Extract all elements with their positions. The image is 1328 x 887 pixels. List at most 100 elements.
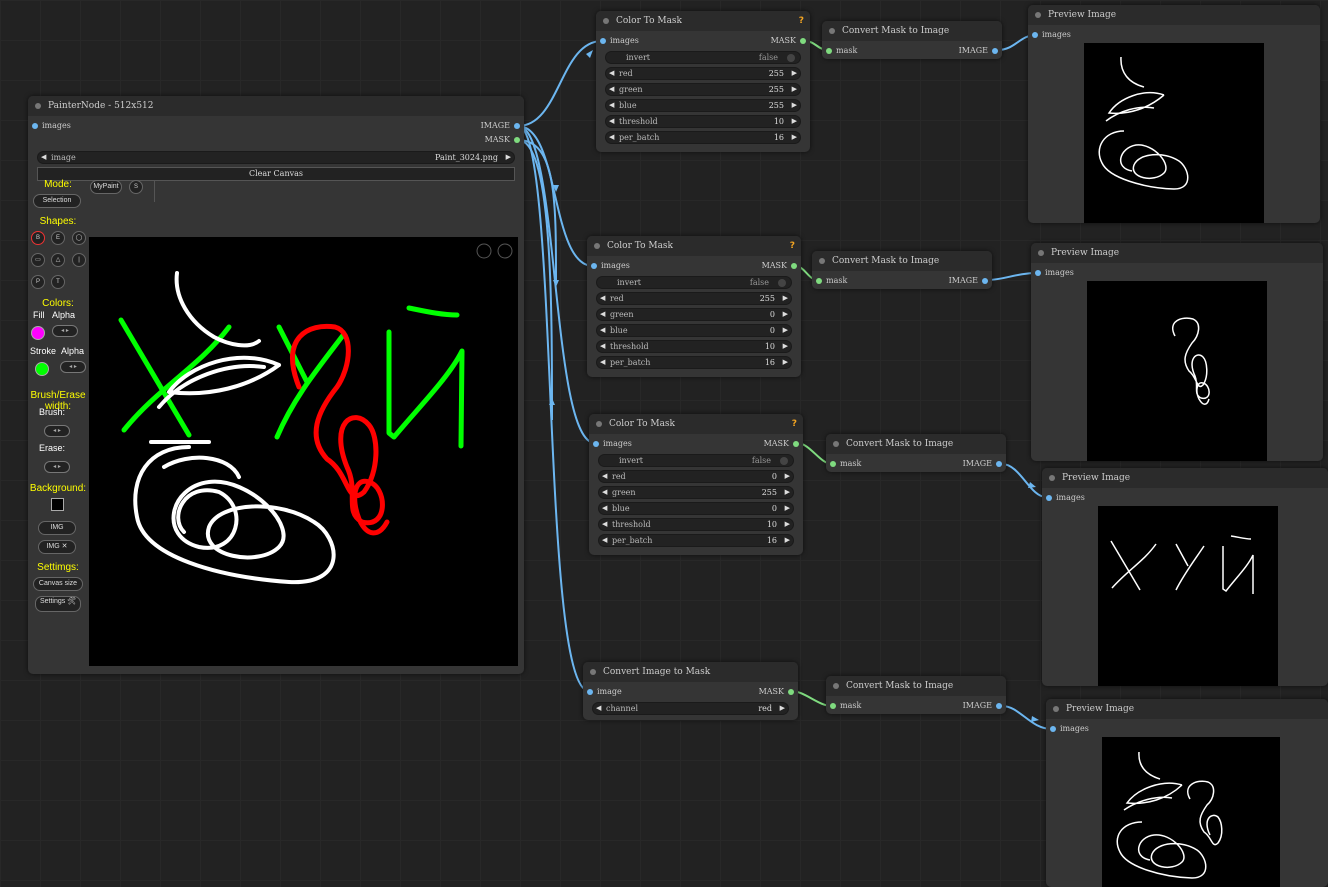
blue-field[interactable]: ◀ blue 255 ▶ [605,99,801,112]
threshold-field[interactable]: ◀ threshold 10 ▶ [596,340,792,353]
image-output-slot[interactable] [514,123,520,129]
invert-toggle[interactable]: invert false [605,51,801,64]
mask-input-slot[interactable] [826,48,832,54]
mask-output-slot[interactable] [800,38,806,44]
red-field[interactable]: ◀ red 0 ▶ [598,470,794,483]
preview-title[interactable]: Preview Image [1042,468,1328,488]
help-icon[interactable]: ? [790,236,795,256]
preview-node-1[interactable]: Preview Image images [1028,5,1320,223]
mask-to-image-node-4[interactable]: Convert Mask to Image mask IMAGE [826,676,1006,714]
mask-output-slot[interactable] [788,689,794,695]
per-batch-field[interactable]: ◀ per_batch 16 ▶ [598,534,794,547]
red-field[interactable]: ◀ red 255 ▶ [605,67,801,80]
mask-to-image-title[interactable]: Convert Mask to Image [826,676,1006,696]
rect-shape-button[interactable]: ▭ [31,253,45,267]
brush-shape-button[interactable]: B [31,231,45,245]
brush-width-stepper[interactable]: ◂ ▸ [44,425,70,437]
image-output-slot[interactable] [982,278,988,284]
arrow-left-icon[interactable]: ◀ [41,152,46,163]
per-batch-field[interactable]: ◀ per_batch 16 ▶ [596,356,792,369]
stroke-alpha-stepper[interactable]: ◂ ▸ [60,361,86,373]
images-input-slot[interactable] [591,263,597,269]
threshold-field[interactable]: ◀ threshold 10 ▶ [605,115,801,128]
mask-input-slot[interactable] [816,278,822,284]
erase-width-stepper[interactable]: ◂ ▸ [44,461,70,473]
image-output-slot[interactable] [996,461,1002,467]
background-color-swatch[interactable] [51,498,64,511]
circle-shape-button[interactable]: ◯ [72,231,86,245]
preview-node-3[interactable]: Preview Image images [1042,468,1328,686]
mask-to-image-node-2[interactable]: Convert Mask to Image mask IMAGE [812,251,992,289]
help-icon[interactable]: ? [792,414,797,434]
preview-title[interactable]: Preview Image [1028,5,1320,25]
image-combo[interactable]: ◀ image Paint_3024.png ▶ [37,151,515,164]
mask-to-image-node-1[interactable]: Convert Mask to Image mask IMAGE [822,21,1002,59]
img-button[interactable]: IMG [38,521,76,535]
image-output-slot[interactable] [996,703,1002,709]
preview-node-4[interactable]: Preview Image images [1046,699,1328,887]
settings-button[interactable]: Settings 🛠 [35,596,81,612]
blue-field[interactable]: ◀ blue 0 ▶ [596,324,792,337]
fill-color-swatch[interactable] [31,326,45,340]
preview-title[interactable]: Preview Image [1031,243,1323,263]
ellipse-shape-button[interactable]: E [51,231,65,245]
arrow-right-icon[interactable]: ▶ [506,152,511,163]
mask-output-slot[interactable] [514,137,520,143]
preview-mask-red-channel-drawing [1116,751,1223,879]
images-input-slot[interactable] [1035,270,1041,276]
mask-to-image-title[interactable]: Convert Mask to Image [826,434,1006,454]
mask-output-slot[interactable] [793,441,799,447]
per-batch-field[interactable]: ◀ per_batch 16 ▶ [605,131,801,144]
fill-alpha-stepper[interactable]: ◂ ▸ [52,325,78,337]
mask-input-slot[interactable] [830,703,836,709]
images-input-slot[interactable] [593,441,599,447]
color-to-mask-title[interactable]: Color To Mask? [596,11,810,31]
mask-output-slot[interactable] [791,263,797,269]
image-to-mask-node[interactable]: Convert Image to Mask image MASK ◀ channel… [583,662,798,720]
painter-canvas[interactable] [89,237,518,666]
images-input-slot[interactable] [1050,726,1056,732]
stroke-color-swatch[interactable] [35,362,49,376]
path-shape-button[interactable]: P [31,275,45,289]
mask-input-slot[interactable] [830,461,836,467]
color-to-mask-title[interactable]: Color To Mask? [589,414,803,434]
color-to-mask-node-2[interactable]: Color To Mask? images MASK invert false ◀ r… [587,236,801,377]
painter-node-title[interactable]: PainterNode - 512x512 [28,96,524,116]
green-field[interactable]: ◀ green 255 ▶ [605,83,801,96]
line-shape-button[interactable]: | [72,253,86,267]
color-to-mask-node-3[interactable]: Color To Mask? images MASK invert false ◀ r… [589,414,803,555]
green-field[interactable]: ◀ green 0 ▶ [596,308,792,321]
images-input-slot[interactable] [600,38,606,44]
painter-node[interactable]: PainterNode - 512x512 images IMAGE MASK … [28,96,524,674]
image-to-mask-title[interactable]: Convert Image to Mask [583,662,798,682]
color-to-mask-node-1[interactable]: Color To Mask? images MASK invert false ◀ r… [596,11,810,152]
image-output-slot[interactable] [992,48,998,54]
text-shape-button[interactable]: T [51,275,65,289]
color-to-mask-title[interactable]: Color To Mask? [587,236,801,256]
invert-toggle[interactable]: invert false [596,276,792,289]
io-row: images [1046,722,1328,736]
mask-to-image-title[interactable]: Convert Mask to Image [812,251,992,271]
green-field[interactable]: ◀ green 255 ▶ [598,486,794,499]
s-button[interactable]: S [129,180,143,194]
preview-title[interactable]: Preview Image [1046,699,1328,719]
mask-to-image-node-3[interactable]: Convert Mask to Image mask IMAGE [826,434,1006,472]
clear-canvas-button[interactable]: Clear Canvas [37,167,515,181]
images-input-slot[interactable] [1046,495,1052,501]
blue-field[interactable]: ◀ blue 0 ▶ [598,502,794,515]
canvas-size-button[interactable]: Canvas size [33,577,83,591]
red-field[interactable]: ◀ red 255 ▶ [596,292,792,305]
preview-node-2[interactable]: Preview Image images [1031,243,1323,461]
image-input-slot[interactable] [587,689,593,695]
channel-combo[interactable]: ◀ channel red ▶ [592,702,789,715]
triangle-shape-button[interactable]: △ [51,253,65,267]
selection-button[interactable]: Selection [33,194,81,208]
img-remove-button[interactable]: IMG ✕ [38,540,76,554]
mask-to-image-title[interactable]: Convert Mask to Image [822,21,1002,41]
threshold-field[interactable]: ◀ threshold 10 ▶ [598,518,794,531]
help-icon[interactable]: ? [799,11,804,31]
invert-toggle[interactable]: invert false [598,454,794,467]
mypaint-button[interactable]: MyPaint [90,180,122,194]
images-input-slot[interactable] [32,123,38,129]
images-input-slot[interactable] [1032,32,1038,38]
